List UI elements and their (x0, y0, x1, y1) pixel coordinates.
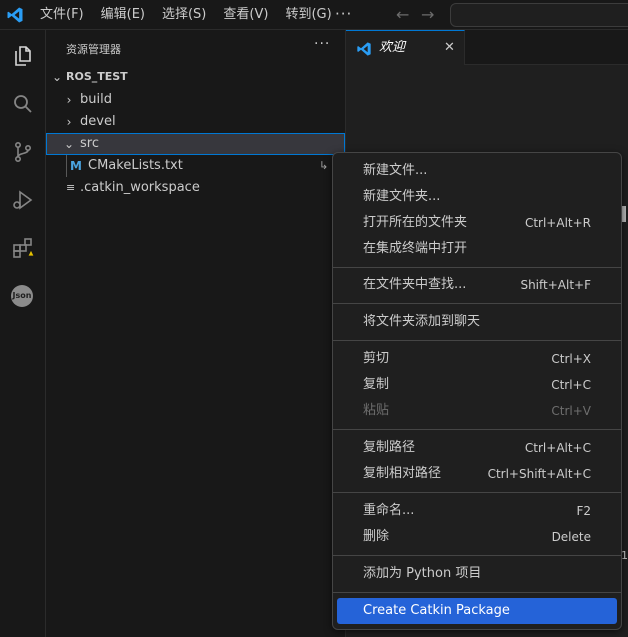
tree-item-label: src (80, 136, 99, 151)
menu-item-label: 删除 (363, 529, 390, 544)
menu-item-copy-path[interactable]: 复制路径 Ctrl+Alt+C (337, 436, 617, 460)
menu-separator (333, 592, 621, 593)
file-lines-icon: ≡ (66, 181, 76, 194)
menu-separator (333, 555, 621, 556)
menu-separator (333, 340, 621, 341)
menu-item-shortcut: Ctrl+Shift+Alt+C (487, 467, 591, 481)
menu-item-label: 新建文件... (363, 163, 428, 178)
forward-arrow-icon[interactable]: → (421, 4, 434, 26)
menu-go[interactable]: 转到(G) (285, 0, 331, 30)
workspace-header[interactable]: ⌄ ROS_TEST (46, 66, 346, 88)
menu-item-label: 新建文件夹... (363, 189, 441, 204)
menu-item-label: 复制相对路径 (363, 466, 442, 481)
menu-item-label: 在文件夹中查找... (363, 277, 467, 292)
menu-item-shortcut: Shift+Alt+F (520, 278, 591, 292)
json-icon[interactable]: Json (11, 285, 33, 307)
menu-item-copy[interactable]: 复制 Ctrl+C (337, 373, 617, 397)
menu-item-open-in-terminal[interactable]: 在集成终端中打开 (337, 237, 617, 261)
workspace-name: ROS_TEST (66, 70, 128, 83)
tab-label: 欢迎 (379, 40, 406, 55)
menu-item-rename[interactable]: 重命名... F2 (337, 499, 617, 523)
chevron-down-icon: ⌄ (64, 137, 75, 151)
source-control-icon[interactable] (11, 140, 35, 164)
more-menu-icon[interactable]: ··· (335, 0, 352, 28)
editor-tabs: 欢迎 ✕ (346, 30, 628, 65)
menu-item-label: Create Catkin Package (363, 603, 510, 618)
tree-item-label: .catkin_workspace (80, 180, 200, 195)
explorer-sidebar: 资源管理器 ··· ⌄ ROS_TEST › build › devel ⌄ s… (46, 30, 346, 637)
menu-item-copy-relative-path[interactable]: 复制相对路径 Ctrl+Shift+Alt+C (337, 462, 617, 486)
menu-item-create-catkin-package[interactable]: Create Catkin Package (337, 598, 617, 624)
edge-digit: 1 (621, 549, 628, 562)
title-bar: 文件(F) 编辑(E) 选择(S) 查看(V) 转到(G) ··· ← → (0, 0, 628, 30)
menu-separator (333, 492, 621, 493)
extensions-icon[interactable] (11, 236, 35, 260)
symlink-icon: ↳ (319, 159, 329, 172)
menu-edit[interactable]: 编辑(E) (101, 0, 145, 30)
tree-item-build[interactable]: › build (46, 89, 346, 111)
menu-selection[interactable]: 选择(S) (162, 0, 206, 30)
menu-item-cut[interactable]: 剪切 Ctrl+X (337, 347, 617, 371)
close-icon[interactable]: ✕ (444, 31, 455, 65)
menu-item-add-folder-to-chat[interactable]: 将文件夹添加到聊天 (337, 310, 617, 334)
command-center-search[interactable] (450, 3, 628, 27)
menu-item-label: 将文件夹添加到聊天 (363, 314, 481, 329)
chevron-down-icon: ⌄ (52, 70, 63, 84)
menu-item-delete[interactable]: 删除 Delete (337, 525, 617, 549)
menu-file[interactable]: 文件(F) (40, 0, 84, 30)
search-icon[interactable] (11, 92, 35, 116)
tree-item-catkin-workspace[interactable]: ≡ .catkin_workspace (46, 177, 346, 199)
tree-item-label: CMakeLists.txt (88, 158, 183, 173)
menu-item-shortcut: Ctrl+V (551, 404, 591, 418)
menu-item-paste: 粘贴 Ctrl+V (337, 399, 617, 423)
tree-item-src[interactable]: ⌄ src (46, 133, 345, 155)
menu-item-label: 在集成终端中打开 (363, 241, 468, 256)
menu-item-label: 打开所在的文件夹 (363, 215, 468, 230)
run-debug-icon[interactable] (11, 188, 35, 212)
context-menu: 新建文件... 新建文件夹... 打开所在的文件夹 Ctrl+Alt+R 在集成… (332, 152, 622, 630)
menu-item-new-folder[interactable]: 新建文件夹... (337, 185, 617, 209)
menu-item-label: 粘贴 (363, 403, 390, 418)
menu-item-shortcut: Ctrl+Alt+C (524, 441, 591, 455)
explorer-title: 资源管理器 (66, 43, 121, 56)
vscode-tab-icon (357, 42, 371, 56)
back-arrow-icon[interactable]: ← (396, 4, 409, 26)
vscode-logo-icon (7, 7, 23, 23)
menu-item-shortcut: F2 (576, 504, 591, 518)
menu-item-shortcut: Ctrl+X (551, 352, 591, 366)
menu-item-label: 复制 (363, 377, 390, 392)
chevron-right-icon: › (66, 93, 72, 107)
explorer-icon[interactable] (11, 44, 35, 68)
menu-bar: 文件(F) 编辑(E) 选择(S) 查看(V) 转到(G) (40, 0, 349, 30)
menu-item-shortcut: Ctrl+C (551, 378, 591, 392)
menu-separator (333, 267, 621, 268)
menu-item-label: 复制路径 (363, 440, 416, 455)
menu-view[interactable]: 查看(V) (223, 0, 268, 30)
tree-item-cmakelists[interactable]: M CMakeLists.txt ↳ (46, 155, 346, 177)
cmake-file-icon: M (70, 159, 82, 173)
activity-bar: Json (0, 30, 46, 637)
menu-item-find-in-folder[interactable]: 在文件夹中查找... Shift+Alt+F (337, 273, 617, 297)
menu-item-shortcut: Delete (551, 530, 591, 544)
tab-welcome[interactable]: 欢迎 ✕ (346, 30, 465, 65)
tree-item-label: build (80, 92, 112, 107)
menu-item-shortcut: Ctrl+Alt+R (524, 216, 591, 230)
explorer-more-icon[interactable]: ··· (314, 36, 330, 52)
menu-separator (333, 429, 621, 430)
chevron-right-icon: › (66, 115, 72, 129)
menu-separator (333, 303, 621, 304)
tree-item-label: devel (80, 114, 116, 129)
menu-item-reveal-in-folder[interactable]: 打开所在的文件夹 Ctrl+Alt+R (337, 211, 617, 235)
menu-item-label: 剪切 (363, 351, 390, 366)
menu-item-label: 添加为 Python 项目 (363, 566, 482, 581)
tree-item-devel[interactable]: › devel (46, 111, 346, 133)
menu-item-label: 重命名... (363, 503, 415, 518)
menu-item-add-python-project[interactable]: 添加为 Python 项目 (337, 562, 617, 586)
menu-item-new-file[interactable]: 新建文件... (337, 159, 617, 183)
